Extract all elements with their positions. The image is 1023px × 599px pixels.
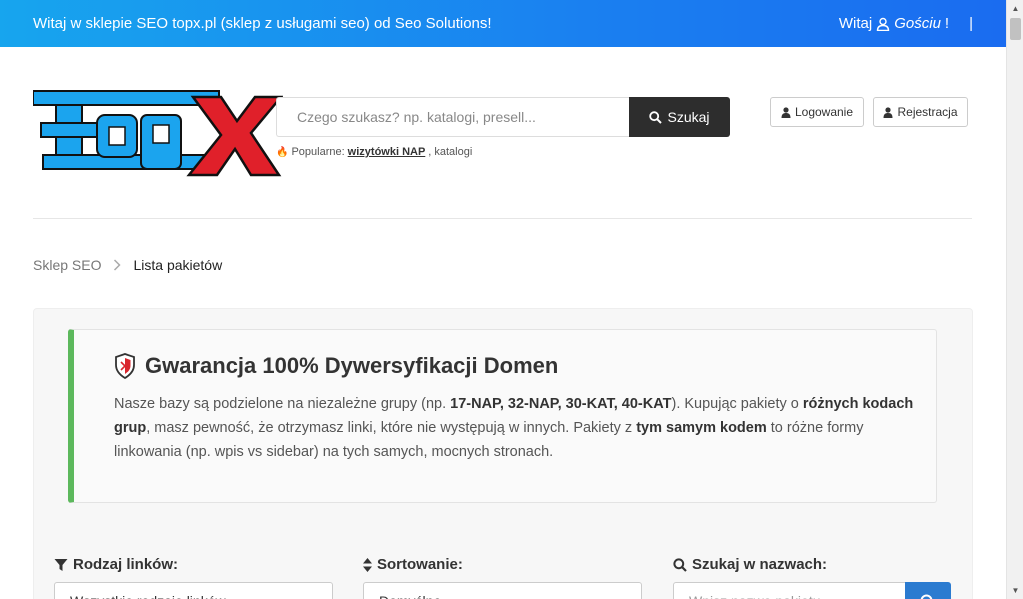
notice-title-text: Gwarancja 100% Dywersyfikacji Domen: [145, 353, 559, 378]
search-icon: [673, 557, 687, 572]
user-icon: [781, 106, 791, 118]
notice-bold-1: 17-NAP, 32-NAP, 30-KAT, 40-KAT: [450, 396, 672, 412]
welcome-text: Witaj w sklepie SEO topx.pl (sklep z usł…: [33, 15, 492, 32]
scroll-up-arrow-icon[interactable]: ▲: [1007, 0, 1023, 17]
link-type-label-text: Rodzaj linków:: [73, 556, 178, 573]
popular-label: Popularne:: [291, 146, 345, 158]
sort-label-text: Sortowanie:: [377, 556, 463, 573]
notice-text-3: , masz pewność, że otrzymasz linki, któr…: [146, 420, 637, 436]
notice-bold-3: tym samym kodem: [636, 420, 767, 436]
user-icon: [877, 17, 890, 31]
scroll-down-arrow-icon[interactable]: ▼: [1007, 582, 1023, 599]
filter-icon: [54, 558, 68, 571]
top-banner: Witaj w sklepie SEO topx.pl (sklep z usł…: [0, 0, 1006, 47]
notice-text-2: ). Kupując pakiety o: [671, 396, 803, 412]
breadcrumb-current: Lista pakietów: [133, 257, 223, 273]
sort-label: Sortowanie:: [363, 556, 463, 573]
name-search-input[interactable]: Wpisz nazwę pakietu...: [673, 582, 906, 599]
register-button[interactable]: Rejestracja: [873, 97, 968, 127]
search-input[interactable]: [276, 97, 629, 137]
topx-logo[interactable]: [33, 89, 283, 177]
fire-icon: 🔥: [276, 146, 289, 158]
search-icon: [649, 110, 663, 124]
search-button[interactable]: Szukaj: [629, 97, 730, 137]
scroll-thumb[interactable]: [1010, 18, 1021, 40]
login-button[interactable]: Logowanie: [770, 97, 864, 127]
search-button-label: Szukaj: [667, 109, 710, 125]
shield-icon: [115, 353, 135, 379]
sort-select[interactable]: Domyślne: [363, 582, 642, 599]
greeting-text: Witaj: [838, 15, 873, 32]
header-divider: [33, 218, 972, 219]
chevron-right-icon: [114, 259, 122, 271]
popular-searches: 🔥 Popularne: wizytówki NAP, katalogi: [276, 146, 472, 158]
breadcrumb-home[interactable]: Sklep SEO: [33, 257, 101, 273]
guest-name[interactable]: Gościu: [894, 15, 941, 32]
link-type-select[interactable]: Wszystkie rodzaje linków: [54, 582, 333, 599]
separator: |: [969, 15, 973, 32]
guarantee-notice: Gwarancja 100% Dywersyfikacji Domen Nasz…: [68, 329, 937, 503]
popular-link-nap[interactable]: wizytówki NAP: [348, 146, 426, 158]
popular-sep: ,: [428, 146, 432, 158]
notice-text-1: Nasze bazy są podzielone na niezależne g…: [114, 396, 451, 412]
sort-icon: [363, 557, 372, 572]
link-type-label: Rodzaj linków:: [54, 556, 178, 573]
search-bar: Szukaj: [276, 97, 730, 137]
exclaim: !: [944, 15, 950, 32]
register-label: Rejestracja: [897, 105, 958, 119]
search-icon: [920, 594, 933, 599]
notice-title: Gwarancja 100% Dywersyfikacji Domen: [114, 353, 558, 379]
user-greeting: Witaj Gościu! |: [839, 15, 973, 32]
breadcrumb: Sklep SEO Lista pakietów: [33, 257, 222, 273]
user-plus-icon: [883, 106, 893, 118]
name-search-label: Szukaj w nazwach:: [673, 556, 827, 573]
name-search-label-text: Szukaj w nazwach:: [692, 556, 828, 573]
name-search-button[interactable]: [905, 582, 951, 599]
notice-text: Nasze bazy są podzielone na niezależne g…: [114, 392, 914, 464]
scrollbar[interactable]: ▲ ▼: [1006, 0, 1023, 599]
login-label: Logowanie: [794, 105, 854, 119]
popular-link-katalogi[interactable]: katalogi: [434, 146, 472, 158]
